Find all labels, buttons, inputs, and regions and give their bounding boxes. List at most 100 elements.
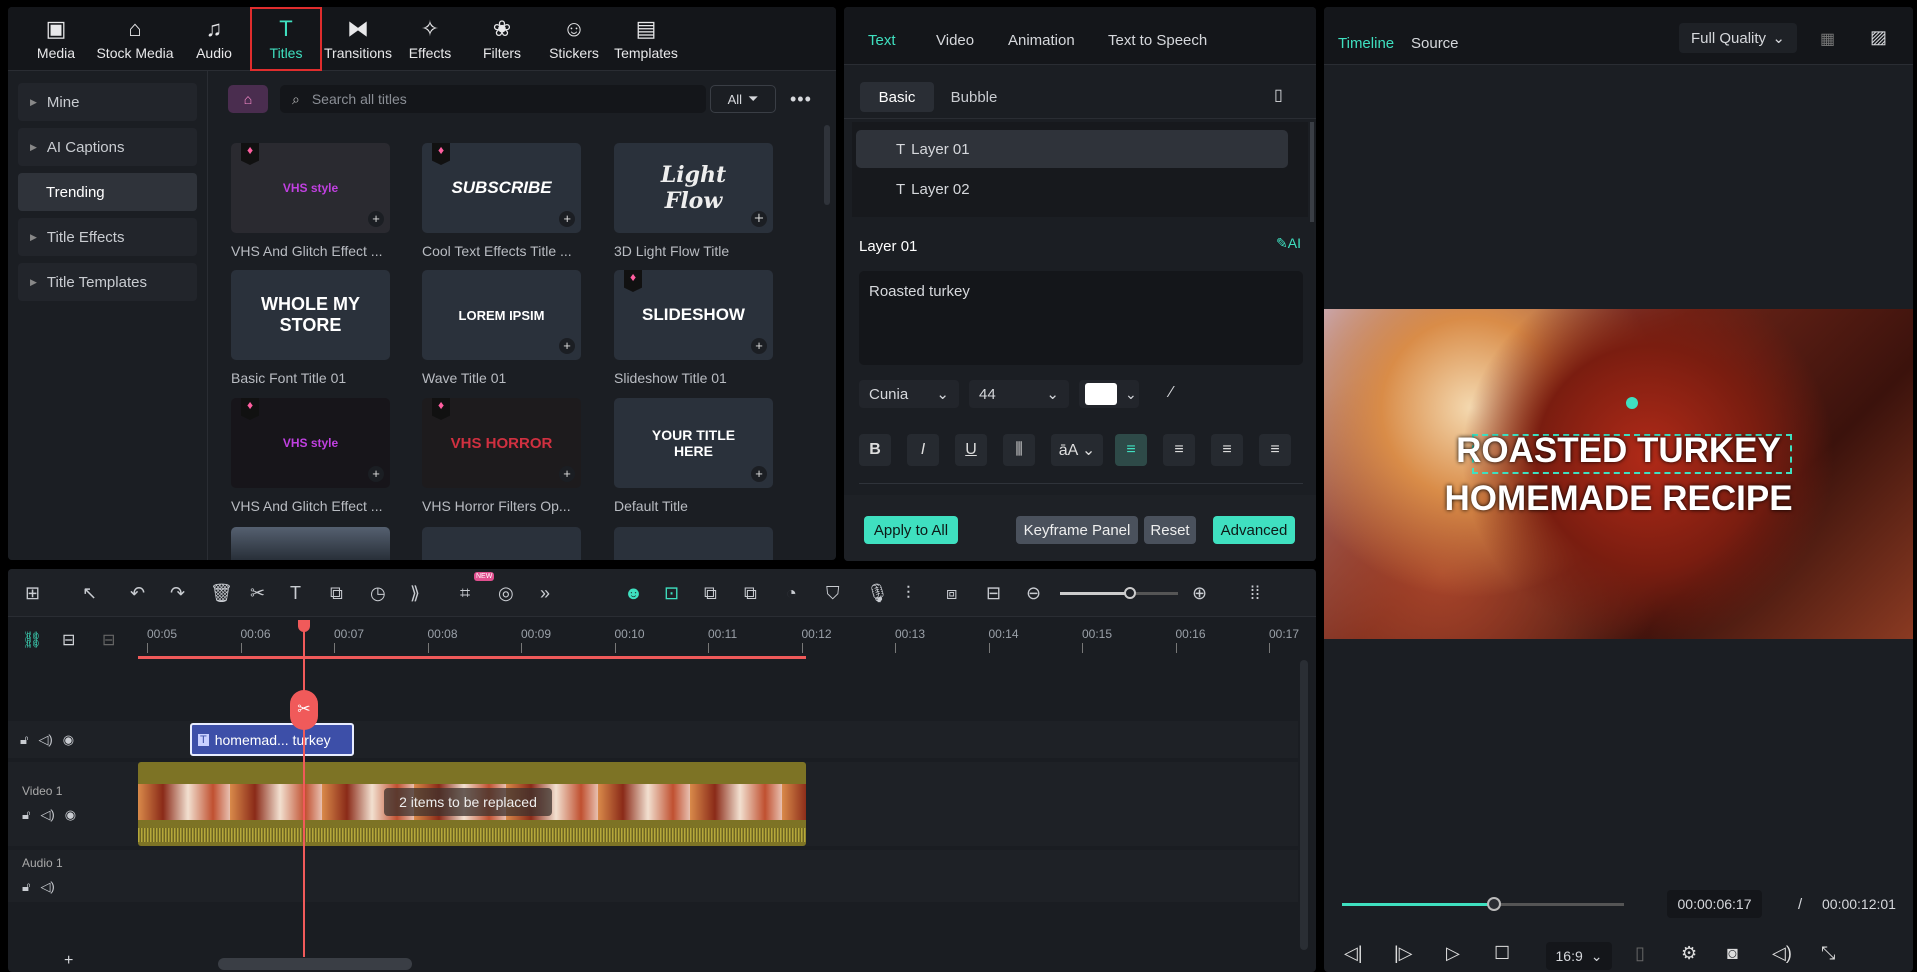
track-settings-icon[interactable]: ⁞⁞ <box>1250 583 1260 604</box>
eye-icon[interactable]: ◉ <box>65 807 76 822</box>
speed-icon[interactable]: ◷ <box>370 583 386 604</box>
lock-icon[interactable]: 🔓︎ <box>22 807 30 822</box>
next-frame-icon[interactable]: |▷ <box>1394 943 1413 964</box>
zoom-slider[interactable] <box>1060 587 1178 599</box>
tab-timeline[interactable]: Timeline <box>1338 35 1394 52</box>
save-preset-icon[interactable]: ▯ <box>1274 85 1283 105</box>
speaker-icon[interactable]: ◁) <box>38 732 52 748</box>
search-input[interactable]: ⌕ Search all titles <box>280 85 706 113</box>
previous-frame-icon[interactable]: ◁| <box>1344 943 1363 964</box>
more-options-icon[interactable]: ••• <box>790 89 812 110</box>
sidebar-item-ai-captions[interactable]: ▶ AI Captions <box>18 128 197 166</box>
video-preview[interactable]: ROASTED TURKEY HOMEMADE RECIPE <box>1324 309 1913 639</box>
redo-icon[interactable]: ↷ <box>170 583 185 604</box>
stop-icon[interactable]: ☐ <box>1494 943 1510 964</box>
track-link-icon[interactable]: ⊟ <box>62 630 75 650</box>
sidebar-item-trending[interactable]: Trending <box>18 173 197 211</box>
grid-view-icon[interactable]: ▦ <box>1820 29 1835 49</box>
add-title-button[interactable]: + <box>368 466 384 482</box>
title-thumbnail[interactable]: VHS style ♦ + <box>231 143 390 233</box>
select-tool-icon[interactable]: ↖ <box>82 583 97 604</box>
speaker-icon[interactable]: ◁) <box>40 807 54 822</box>
speaker-icon[interactable]: ◁) <box>40 879 54 894</box>
scope-icon[interactable]: ▨ <box>1870 27 1887 48</box>
link-icon[interactable]: ⛓ <box>22 630 42 650</box>
detach-icon[interactable]: ⧉ <box>744 583 757 604</box>
fit-icon[interactable]: ⊟ <box>986 583 1001 604</box>
text-tool-icon[interactable]: T <box>290 583 301 604</box>
title-thumbnail[interactable]: VHS HORROR ♦ + <box>422 398 581 488</box>
layer-list-scrollbar[interactable] <box>1310 122 1314 222</box>
bold-button[interactable]: B <box>859 434 891 466</box>
playhead-handle[interactable] <box>298 620 310 632</box>
playback-scrubber[interactable] <box>1342 897 1624 911</box>
motion-track-icon[interactable]: ◔ <box>786 583 797 604</box>
keyframe-panel-button[interactable]: Keyframe Panel <box>1016 516 1138 544</box>
delete-icon[interactable]: 🗑︎ <box>210 583 233 604</box>
nav-filters[interactable]: ❀ Filters <box>466 7 538 70</box>
quality-select[interactable]: Full Quality ⌄ <box>1679 23 1797 53</box>
apply-to-all-button[interactable]: Apply to All <box>864 516 958 544</box>
case-button[interactable]: āA ⌄ <box>1051 434 1103 466</box>
nav-titles[interactable]: T Titles <box>250 7 322 71</box>
title-thumb-partial[interactable] <box>231 527 390 560</box>
align-left-button[interactable]: ≡ <box>1115 434 1147 466</box>
nav-stock-media[interactable]: ⌂ Stock Media <box>92 7 178 70</box>
rotate-handle[interactable] <box>1626 397 1638 409</box>
add-title-button[interactable]: + <box>751 338 767 354</box>
auto-reframe-icon[interactable]: ⌗ <box>460 583 470 604</box>
lock-icon[interactable]: 🔓︎ <box>20 732 28 748</box>
more-tools-icon[interactable]: » <box>540 583 550 604</box>
scrubber-handle[interactable] <box>1487 897 1502 911</box>
eyedropper-icon[interactable]: ⁄ <box>1170 384 1173 402</box>
italic-button[interactable]: I <box>907 434 939 466</box>
replace-icon[interactable]: ⧉ <box>704 583 717 604</box>
filter-button[interactable]: All ⏷ <box>710 85 776 113</box>
add-track-icon[interactable]: + <box>64 952 73 970</box>
voiceover-icon[interactable]: ⧈ <box>946 583 957 604</box>
lock-icon[interactable]: 🔓︎ <box>22 879 30 894</box>
underline-button[interactable]: U <box>955 434 987 466</box>
add-title-button[interactable]: + <box>368 211 384 227</box>
title-thumbnail[interactable]: VHS style ♦ + <box>231 398 390 488</box>
tab-animation[interactable]: Animation <box>1008 32 1075 49</box>
nav-audio[interactable]: ♫ Audio <box>178 7 250 70</box>
nav-stickers[interactable]: ☺ Stickers <box>538 7 610 70</box>
title-clip[interactable]: Thomemad... turkey <box>190 723 354 756</box>
volume-icon[interactable]: ◁) <box>1772 943 1792 964</box>
tab-text[interactable]: Text <box>868 32 896 49</box>
zoom-out-icon[interactable]: ⊖ <box>1026 583 1041 604</box>
zoom-handle[interactable] <box>1124 587 1136 599</box>
store-button[interactable]: ⌂ <box>228 85 268 113</box>
layout-icon[interactable]: ⊞ <box>25 583 40 604</box>
ai-tool-icon[interactable]: ◎ <box>498 583 514 604</box>
title-thumbnail[interactable]: SUBSCRIBE ♦ + <box>422 143 581 233</box>
advanced-button[interactable]: Advanced <box>1213 516 1295 544</box>
add-title-button[interactable]: + <box>559 466 575 482</box>
cut-icon[interactable]: ✂ <box>250 583 265 604</box>
font-select[interactable]: Cunia ⌄ <box>859 380 959 408</box>
marker-icon[interactable]: ⊡ <box>664 583 679 604</box>
add-title-button[interactable]: + <box>751 211 767 227</box>
title-thumbnail[interactable]: WHOLE MY STORE <box>231 270 390 360</box>
snapshot-icon[interactable]: ◙ <box>1727 943 1738 964</box>
title-thumbnail[interactable]: YOUR TITLE HERE + <box>614 398 773 488</box>
undo-icon[interactable]: ↶ <box>130 583 145 604</box>
crop-icon[interactable]: ⧉ <box>330 583 343 604</box>
shield-icon[interactable]: ⛉ <box>826 583 840 604</box>
subtab-bubble[interactable]: Bubble <box>944 82 1004 112</box>
keyframe-icon[interactable]: ⟫ <box>410 583 420 604</box>
reset-button[interactable]: Reset <box>1144 516 1196 544</box>
ai-edit-icon[interactable]: ✎AI <box>1276 235 1301 252</box>
nav-transitions[interactable]: ⧓ Transitions <box>322 7 394 70</box>
title-thumbnail[interactable]: Light Flow + <box>614 143 773 233</box>
playhead[interactable] <box>303 622 305 957</box>
sidebar-item-title-effects[interactable]: ▶ Title Effects <box>18 218 197 256</box>
title-thumb-partial[interactable] <box>614 527 773 560</box>
timeline-horizontal-scrollbar[interactable] <box>218 958 412 970</box>
layer-item[interactable]: T Layer 02 <box>856 170 1288 208</box>
add-title-button[interactable]: + <box>559 338 575 354</box>
sidebar-item-title-templates[interactable]: ▶ Title Templates <box>18 263 197 301</box>
align-right-button[interactable]: ≡ <box>1211 434 1243 466</box>
title-thumbnail[interactable]: LOREM IPSIM + <box>422 270 581 360</box>
